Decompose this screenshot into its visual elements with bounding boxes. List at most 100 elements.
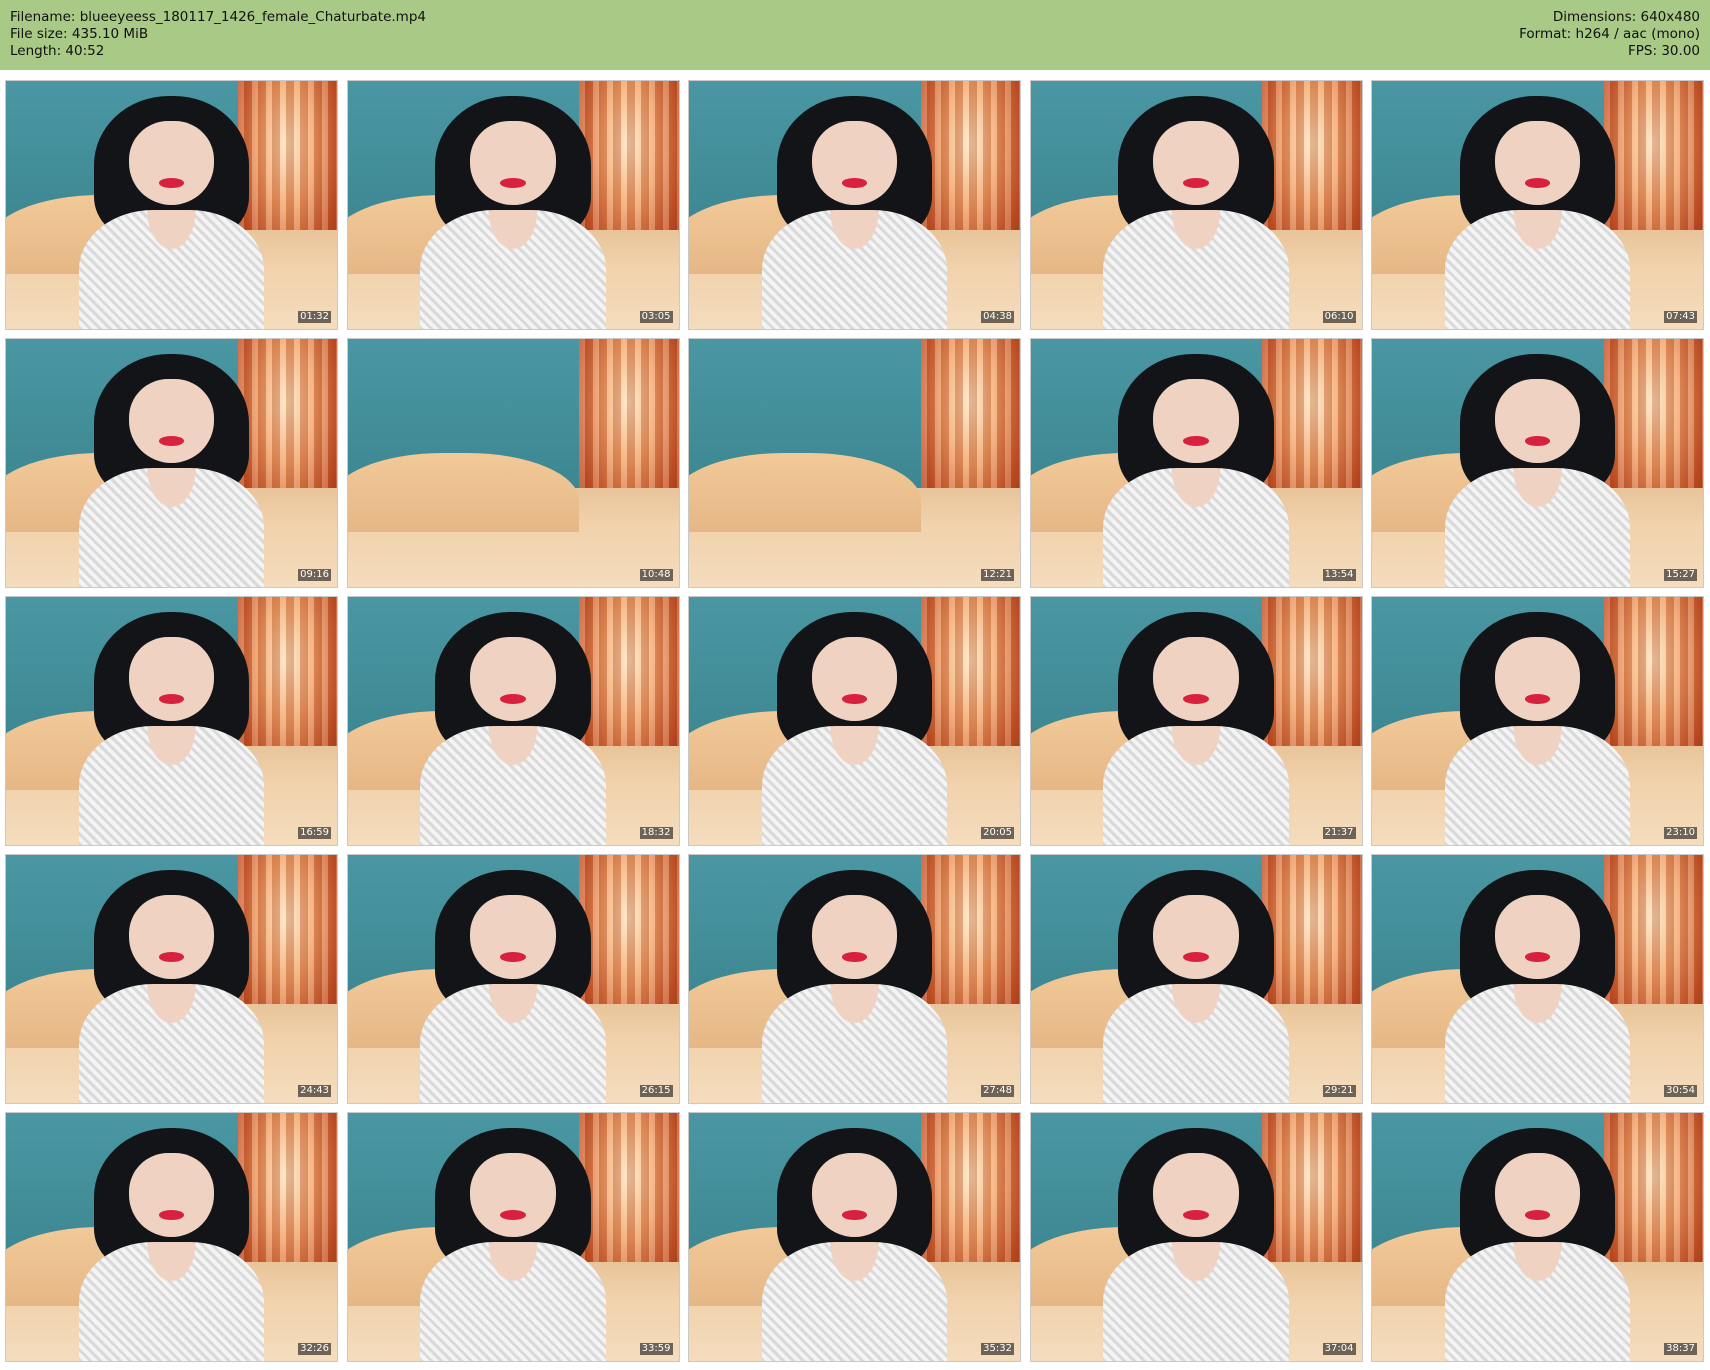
shirt-shape (420, 209, 606, 329)
timestamp-label: 38:37 (1664, 1343, 1697, 1355)
lips-shape (1183, 951, 1209, 962)
thumbnail-frame[interactable]: 26:15 (346, 854, 680, 1104)
shirt-shape (761, 209, 948, 329)
person-figure (1103, 1127, 1289, 1361)
timestamp-label: 10:48 (639, 569, 673, 581)
shirt-shape (1103, 725, 1289, 845)
filename-text: Filename: blueeyeess_180117_1426_female_… (10, 9, 426, 25)
thumbnail-frame[interactable]: 27:48 (688, 854, 1021, 1104)
thumbnail-frame[interactable]: 37:04 (1029, 1112, 1363, 1362)
person-figure (1103, 611, 1289, 845)
thumbnail-frame[interactable]: 35:32 (688, 1112, 1021, 1362)
lips-shape (500, 177, 526, 188)
thumbnail-frame[interactable]: 13:54 (1029, 338, 1363, 588)
thumbnail-frame[interactable]: 12:21 (688, 338, 1021, 588)
person-figure (1103, 353, 1289, 587)
face-shape (470, 1152, 556, 1237)
shirt-shape (78, 983, 265, 1103)
thumbnail-frame[interactable]: 01:32 (5, 80, 338, 330)
timestamp-label: 35:32 (981, 1343, 1014, 1355)
format-text: Format: h264 / aac (mono) (1519, 26, 1700, 42)
lips-shape (158, 177, 185, 188)
person-figure (761, 1127, 948, 1361)
thumbnail-frame[interactable]: 10:48 (346, 338, 680, 588)
lips-shape (1524, 693, 1551, 704)
lips-shape (158, 1209, 185, 1220)
lips-shape (1524, 951, 1551, 962)
person-figure (420, 95, 606, 329)
thumbnail-frame[interactable]: 16:59 (5, 596, 338, 846)
info-header: Filename: blueeyeess_180117_1426_female_… (0, 0, 1710, 70)
shirt-shape (761, 983, 948, 1103)
length-text: Length: 40:52 (10, 43, 105, 59)
person-figure (78, 353, 265, 587)
shirt-shape (761, 725, 948, 845)
thumbnail-frame[interactable]: 07:43 (1371, 80, 1704, 330)
face-shape (470, 120, 556, 205)
thumbnail-frame[interactable]: 38:37 (1371, 1112, 1704, 1362)
lips-shape (1183, 177, 1209, 188)
face-shape (1153, 1152, 1239, 1237)
timestamp-label: 37:04 (1322, 1343, 1356, 1355)
face-shape (811, 1152, 898, 1237)
face-shape (1494, 636, 1581, 721)
person-figure (761, 95, 948, 329)
timestamp-label: 24:43 (298, 1085, 331, 1097)
thumbnail-frame[interactable]: 03:05 (346, 80, 680, 330)
person-figure (1444, 95, 1631, 329)
thumbnail-frame[interactable]: 33:59 (346, 1112, 680, 1362)
face-shape (1494, 120, 1581, 205)
lips-shape (841, 951, 868, 962)
face-shape (128, 120, 215, 205)
timestamp-label: 20:05 (981, 827, 1014, 839)
person-figure (78, 95, 265, 329)
timestamp-label: 33:59 (639, 1343, 673, 1355)
thumbnail-frame[interactable]: 30:54 (1371, 854, 1704, 1104)
timestamp-label: 06:10 (1322, 311, 1356, 323)
thumbnail-frame[interactable]: 21:37 (1029, 596, 1363, 846)
person-figure (420, 869, 606, 1103)
face-shape (1153, 894, 1239, 979)
face-shape (811, 120, 898, 205)
shirt-shape (420, 1241, 606, 1361)
timestamp-label: 21:37 (1322, 827, 1356, 839)
lips-shape (1183, 693, 1209, 704)
thumbnail-frame[interactable]: 24:43 (5, 854, 338, 1104)
timestamp-label: 23:10 (1664, 827, 1697, 839)
thumbnail-frame[interactable]: 06:10 (1029, 80, 1363, 330)
shirt-shape (1444, 209, 1631, 329)
person-figure (761, 611, 948, 845)
thumbnail-frame[interactable]: 04:38 (688, 80, 1021, 330)
thumbnail-frame[interactable]: 23:10 (1371, 596, 1704, 846)
thumbnail-grid: 01:32 03:05 04:38 06:10 07:43 09:16 10:48 12:21… (5, 80, 1705, 1362)
shirt-shape (761, 1241, 948, 1361)
thumbnail-frame[interactable]: 09:16 (5, 338, 338, 588)
lips-shape (500, 693, 526, 704)
timestamp-label: 27:48 (981, 1085, 1014, 1097)
file-info: Filename: blueeyeess_180117_1426_female_… (10, 9, 426, 60)
face-shape (1153, 120, 1239, 205)
person-figure (78, 869, 265, 1103)
face-shape (470, 636, 556, 721)
thumbnail-frame[interactable]: 32:26 (5, 1112, 338, 1362)
person-figure (1103, 95, 1289, 329)
timestamp-label: 01:32 (298, 311, 331, 323)
shirt-shape (78, 725, 265, 845)
face-shape (128, 378, 215, 463)
timestamp-label: 16:59 (298, 827, 331, 839)
lips-shape (841, 177, 868, 188)
shirt-shape (1444, 467, 1631, 587)
fps-text: FPS: 30.00 (1628, 43, 1700, 59)
lips-shape (158, 693, 185, 704)
thumbnail-frame[interactable]: 18:32 (346, 596, 680, 846)
thumbnail-frame[interactable]: 15:27 (1371, 338, 1704, 588)
thumbnail-frame[interactable]: 29:21 (1029, 854, 1363, 1104)
lips-shape (1524, 435, 1551, 446)
face-shape (1494, 894, 1581, 979)
face-shape (811, 636, 898, 721)
lips-shape (500, 951, 526, 962)
person-figure (1444, 611, 1631, 845)
shirt-shape (78, 467, 265, 587)
thumbnail-frame[interactable]: 20:05 (688, 596, 1021, 846)
timestamp-label: 03:05 (639, 311, 673, 323)
